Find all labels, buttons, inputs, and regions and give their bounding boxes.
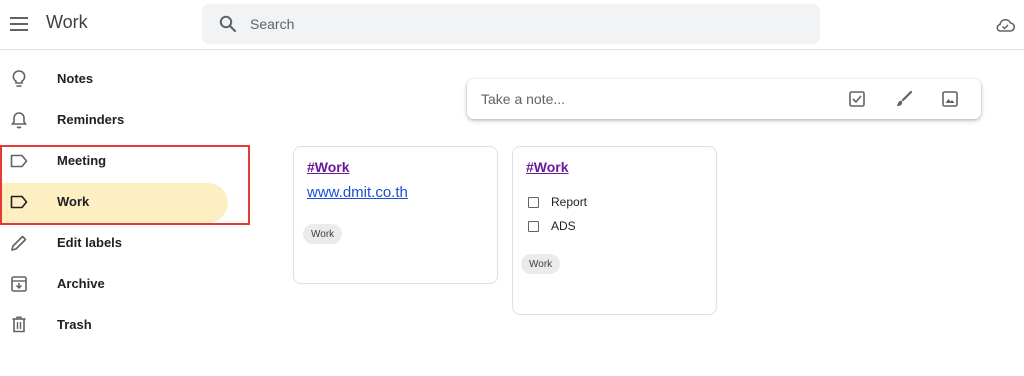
- note-title-link[interactable]: #Work: [526, 159, 569, 175]
- sidebar-item-work[interactable]: Work: [0, 181, 260, 223]
- sidebar-item-label: Reminders: [57, 112, 125, 127]
- app-title: Work: [46, 12, 88, 32]
- sidebar-item-archive[interactable]: Archive: [0, 263, 260, 304]
- search-bar[interactable]: [202, 4, 820, 44]
- label-chip[interactable]: Work: [521, 254, 561, 274]
- checkbox[interactable]: [528, 220, 539, 232]
- note-url-link[interactable]: www.dmit.co.th: [307, 184, 408, 201]
- sidebar-item-edit-labels[interactable]: Edit labels: [0, 222, 260, 263]
- pencil-icon: [9, 233, 29, 253]
- label-chip[interactable]: Work: [303, 224, 343, 244]
- label-icon: [9, 151, 29, 171]
- note-card[interactable]: #Work www.dmit.co.th Work: [293, 146, 498, 284]
- label-icon: [9, 192, 29, 212]
- sidebar-item-trash[interactable]: Trash: [0, 304, 260, 345]
- image-icon[interactable]: [940, 89, 960, 109]
- active-item-background: [0, 183, 228, 223]
- sidebar-item-notes[interactable]: Notes: [0, 58, 260, 99]
- search-icon[interactable]: [218, 14, 238, 34]
- take-note-placeholder[interactable]: Take a note...: [481, 91, 565, 107]
- sidebar-item-label: Notes: [57, 71, 94, 86]
- sidebar-item-label: Work: [57, 194, 90, 209]
- search-input[interactable]: [250, 16, 790, 32]
- sidebar-item-label: Meeting: [57, 153, 107, 168]
- lightbulb-icon: [9, 69, 29, 89]
- sidebar-item-label: Archive: [57, 276, 105, 291]
- brush-icon[interactable]: [894, 89, 914, 109]
- note-title-link[interactable]: #Work: [307, 159, 350, 175]
- menu-icon[interactable]: [6, 11, 32, 37]
- take-note-bar[interactable]: Take a note...: [467, 79, 981, 119]
- sidebar-item-meeting[interactable]: Meeting: [0, 140, 260, 181]
- cloud-sync-icon[interactable]: [994, 14, 1016, 36]
- checkbox-icon[interactable]: [847, 89, 867, 109]
- checklist-item: Report: [528, 193, 587, 211]
- sidebar-item-label: Trash: [57, 317, 92, 332]
- sidebar: Notes Reminders Meeting Work Edit labels…: [0, 58, 260, 345]
- sidebar-item-reminders[interactable]: Reminders: [0, 99, 260, 140]
- checklist-item: ADS: [528, 217, 576, 235]
- bell-icon: [9, 110, 29, 130]
- checklist-item-text: ADS: [551, 219, 576, 233]
- checklist-item-text: Report: [551, 195, 588, 209]
- top-bar: Work: [0, 0, 1024, 50]
- trash-icon: [9, 315, 29, 335]
- sidebar-item-label: Edit labels: [57, 235, 123, 250]
- archive-icon: [9, 274, 29, 294]
- checkbox[interactable]: [528, 196, 539, 208]
- note-card[interactable]: #Work Report ADS Work: [512, 146, 717, 315]
